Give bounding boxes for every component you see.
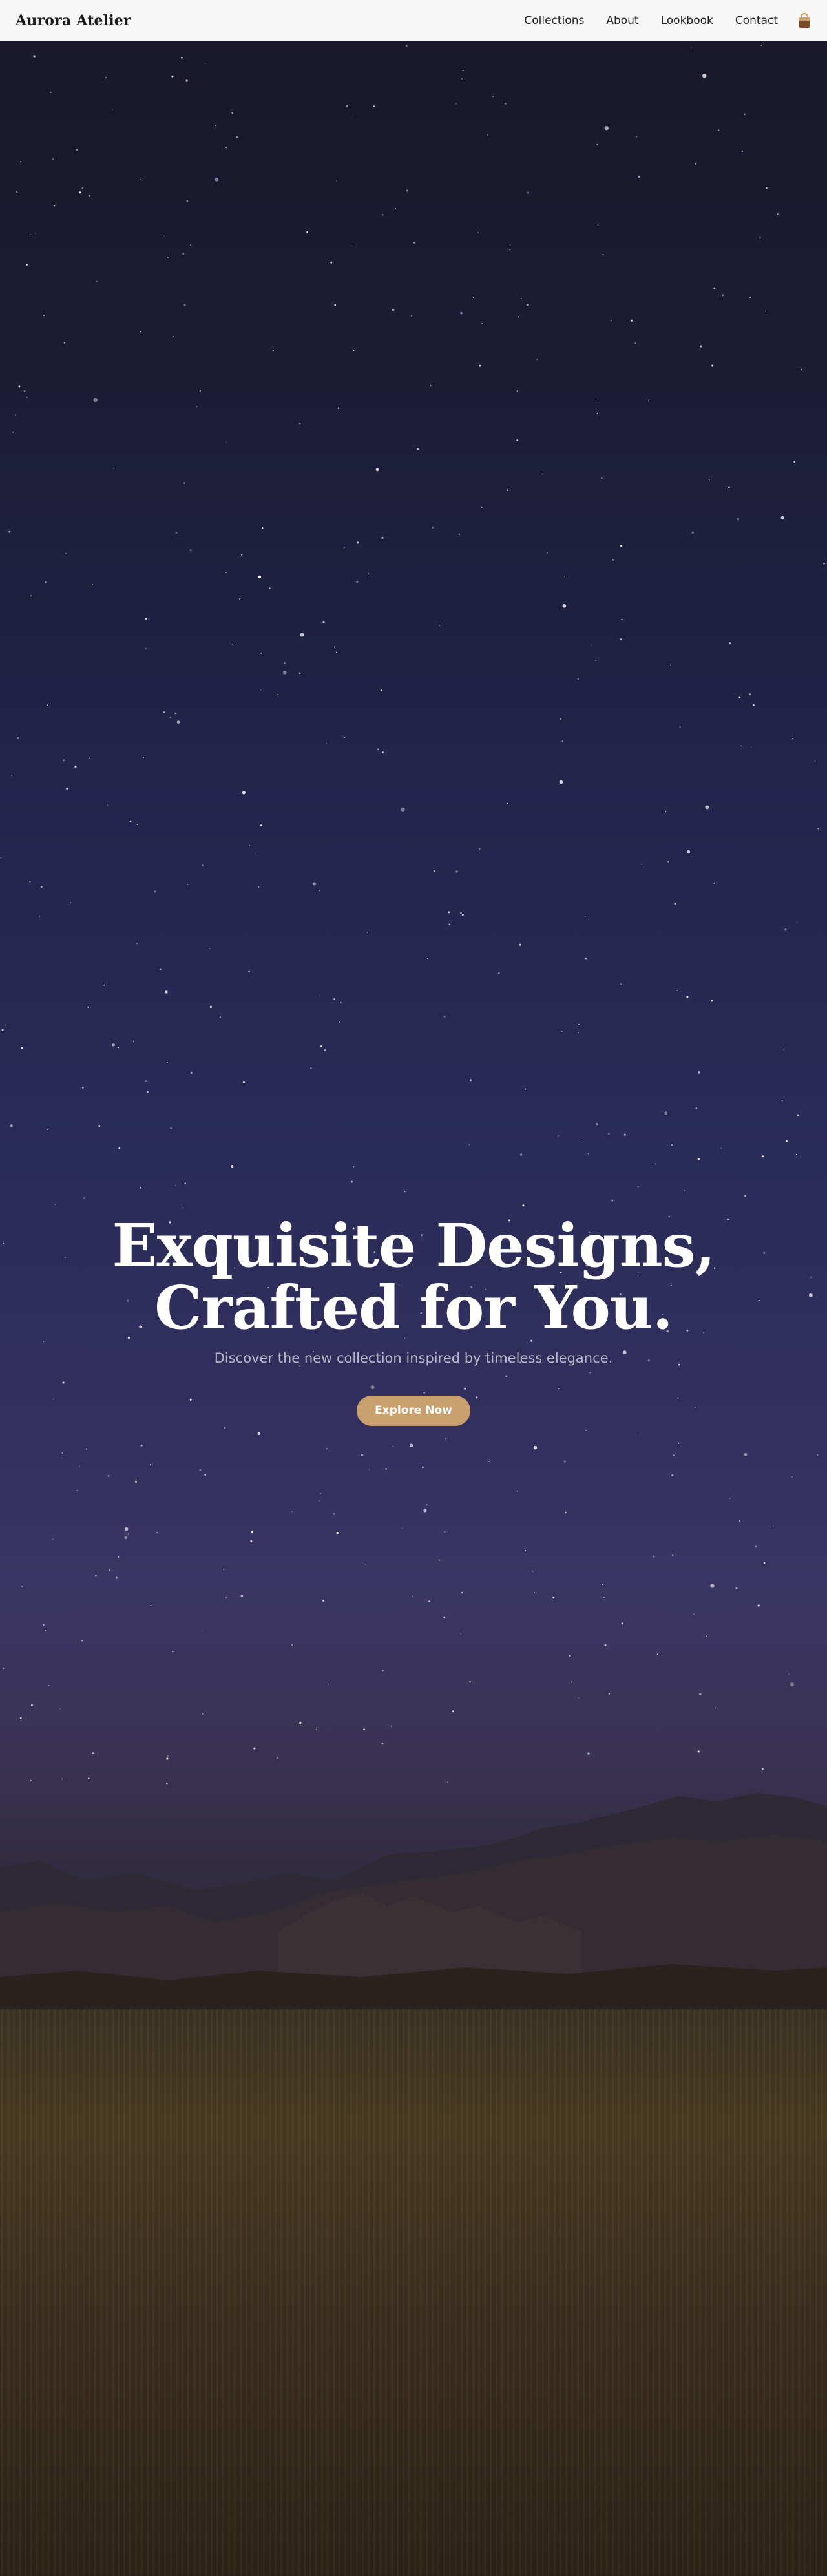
nav-link-collections[interactable]: Collections — [524, 14, 584, 27]
meadow — [0, 2009, 827, 2576]
explore-now-button[interactable]: Explore Now — [357, 1396, 470, 1426]
nav-link-contact[interactable]: Contact — [735, 14, 778, 27]
hero-subtitle: Discover the new collection inspired by … — [214, 1350, 613, 1366]
nav-links: Collections About Lookbook Contact — [524, 12, 811, 29]
hero-headline-line-2: Crafted for You. — [154, 1273, 673, 1343]
hero-headline-line-1: Exquisite Designs, — [112, 1211, 715, 1281]
brand-logo[interactable]: Aurora Atelier — [16, 12, 131, 29]
top-navbar: Aurora Atelier Collections About Lookboo… — [0, 0, 827, 41]
nav-link-about[interactable]: About — [606, 14, 638, 27]
hero-content: Exquisite Designs, Crafted for You. Disc… — [0, 1215, 827, 1426]
nav-link-lookbook[interactable]: Lookbook — [661, 14, 713, 27]
hero-headline: Exquisite Designs, Crafted for You. — [0, 1215, 827, 1339]
shopping-bag-icon[interactable] — [797, 12, 811, 29]
